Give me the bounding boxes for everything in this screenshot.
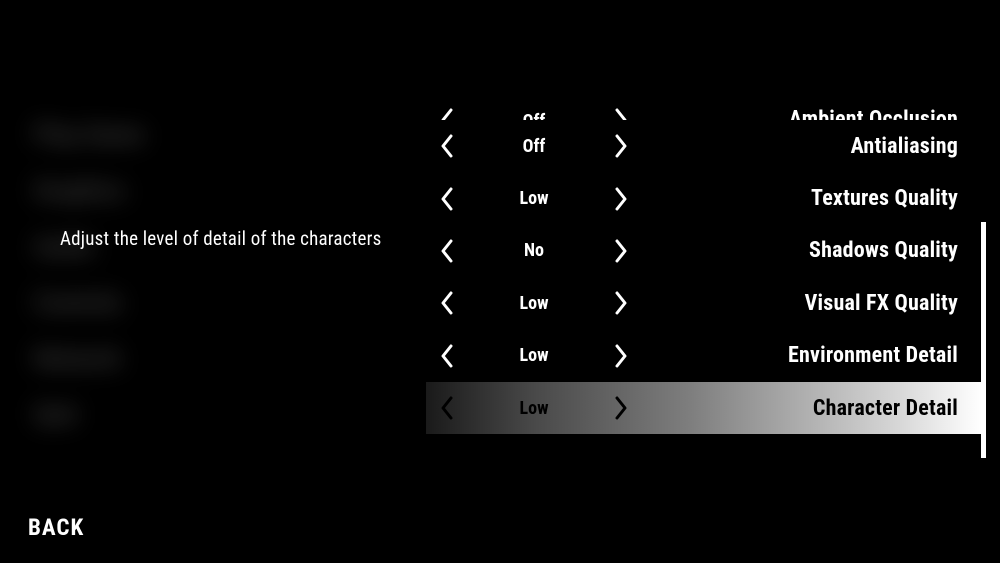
chevron-left-icon[interactable] <box>430 396 464 420</box>
setting-label: Character Detail <box>638 396 982 421</box>
chevron-left-icon[interactable] <box>430 134 464 158</box>
setting-row[interactable]: Low Visual FX Quality <box>426 277 982 329</box>
setting-row[interactable]: Off Antialiasing <box>426 120 982 172</box>
ghost-item: Graphics <box>34 176 144 206</box>
setting-value: Off <box>464 136 604 157</box>
ghost-item: Play Game <box>34 120 144 150</box>
chevron-left-icon[interactable] <box>430 239 464 263</box>
chevron-right-icon[interactable] <box>604 344 638 368</box>
settings-list: Off Ambient Occlusion Off Antialiasing Low Te… <box>426 90 982 434</box>
chevron-right-icon[interactable] <box>604 239 638 263</box>
chevron-left-icon[interactable] <box>430 108 464 120</box>
ghost-item: Controls <box>34 288 144 318</box>
chevron-left-icon[interactable] <box>430 291 464 315</box>
chevron-left-icon[interactable] <box>430 187 464 211</box>
chevron-right-icon[interactable] <box>604 108 638 120</box>
scrollbar-thumb[interactable] <box>981 222 986 458</box>
setting-value: Off <box>464 111 604 120</box>
setting-value: No <box>464 240 604 261</box>
setting-value: Low <box>464 398 604 419</box>
setting-description: Adjust the level of detail of the charac… <box>60 227 381 250</box>
setting-label: Shadows Quality <box>638 238 982 263</box>
setting-label: Environment Detail <box>638 343 982 368</box>
setting-label: Visual FX Quality <box>638 291 982 316</box>
back-button[interactable]: BACK <box>28 514 84 541</box>
setting-label: Ambient Occlusion <box>638 107 982 120</box>
ghost-item: Quit <box>34 400 144 430</box>
settings-screen: Play Game Graphics Audio Controls Networ… <box>0 0 1000 563</box>
chevron-left-icon[interactable] <box>430 344 464 368</box>
ghost-item: Network <box>34 344 144 374</box>
setting-row[interactable]: Low Character Detail <box>426 382 982 434</box>
setting-label: Antialiasing <box>638 134 982 159</box>
setting-label: Textures Quality <box>638 186 982 211</box>
setting-row[interactable]: No Shadows Quality <box>426 225 982 277</box>
background-menu-ghost: Play Game Graphics Audio Controls Networ… <box>34 120 144 430</box>
chevron-right-icon[interactable] <box>604 134 638 158</box>
chevron-right-icon[interactable] <box>604 291 638 315</box>
setting-row[interactable]: Low Environment Detail <box>426 330 982 382</box>
setting-row[interactable]: Off Ambient Occlusion <box>426 90 982 120</box>
setting-value: Low <box>464 345 604 366</box>
setting-value: Low <box>464 293 604 314</box>
setting-value: Low <box>464 188 604 209</box>
chevron-right-icon[interactable] <box>604 396 638 420</box>
chevron-right-icon[interactable] <box>604 187 638 211</box>
setting-row[interactable]: Low Textures Quality <box>426 172 982 224</box>
